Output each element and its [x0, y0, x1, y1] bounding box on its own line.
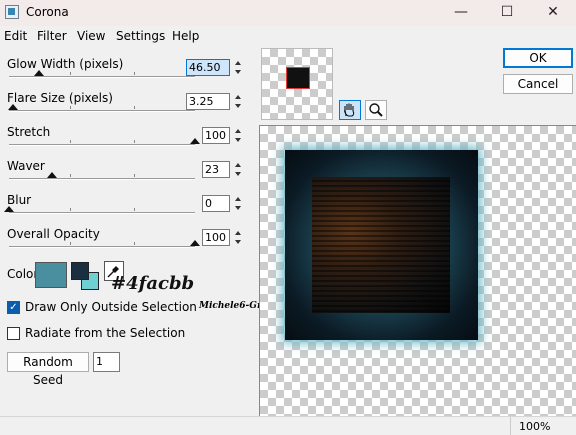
draw-outside-label: Draw Only Outside Selection [25, 300, 197, 314]
flare-size-label: Flare Size (pixels) [7, 91, 113, 105]
opacity-spinner[interactable] [233, 229, 245, 247]
color-label: Color [7, 267, 39, 281]
glow-width-thumb[interactable] [33, 70, 44, 76]
flare-size-input[interactable]: 3.25 [186, 93, 230, 110]
stretch-label: Stretch [7, 125, 51, 139]
stretch-spinner[interactable] [233, 127, 245, 145]
window-title: Corona [26, 5, 69, 19]
waver-input[interactable]: 23 [202, 161, 230, 178]
menu-filter[interactable]: Filter [37, 29, 67, 43]
radiate-label: Radiate from the Selection [25, 326, 186, 340]
opacity-label: Overall Opacity [7, 227, 100, 241]
cancel-button[interactable]: Cancel [503, 74, 573, 94]
stretch-input[interactable]: 100 [202, 127, 230, 144]
blur-input[interactable]: 0 [202, 195, 230, 212]
flare-size-spinner[interactable] [233, 93, 245, 111]
waver-thumb[interactable] [46, 172, 57, 178]
color-swatch[interactable] [35, 262, 67, 288]
stretch-slider[interactable] [9, 144, 195, 146]
waver-label: Waver [7, 159, 45, 173]
slider-tick [133, 242, 135, 245]
menu-help[interactable]: Help [172, 29, 199, 43]
waver-slider[interactable] [9, 178, 195, 180]
maximize-button[interactable]: ☐ [484, 0, 530, 26]
status-divider [510, 417, 511, 435]
slider-tick [70, 106, 72, 109]
hand-icon [344, 103, 355, 117]
opacity-thumb[interactable] [190, 240, 200, 246]
opacity-slider[interactable] [9, 246, 195, 248]
slider-tick [133, 208, 135, 211]
close-button[interactable]: ✕ [530, 0, 576, 26]
preview-canvas[interactable] [259, 125, 576, 416]
foreground-color-box[interactable] [71, 262, 89, 280]
slider-tick [133, 72, 135, 75]
corona-glow [285, 150, 478, 340]
glow-width-label: Glow Width (pixels) [7, 57, 124, 71]
slider-tick [133, 140, 135, 143]
zoom-level: 100% [519, 420, 551, 433]
slider-tick [70, 208, 72, 211]
glow-width-spinner[interactable] [233, 59, 245, 77]
random-seed-input[interactable]: 1 [93, 352, 120, 372]
blur-spinner[interactable] [233, 195, 245, 213]
zoom-tool-button[interactable] [365, 100, 387, 120]
slider-tick [70, 72, 72, 75]
menu-settings[interactable]: Settings [116, 29, 165, 43]
ok-button[interactable]: OK [503, 48, 573, 68]
slider-tick [70, 140, 72, 143]
navigator-preview[interactable] [261, 48, 333, 120]
menu-bar: Edit Filter View Settings Help [0, 27, 576, 46]
status-bar: 100% [0, 416, 576, 435]
draw-outside-checkbox[interactable]: ✓ [7, 301, 20, 314]
slider-tick [133, 174, 135, 177]
blur-thumb[interactable] [4, 206, 14, 212]
flare-size-thumb[interactable] [7, 104, 18, 110]
waver-spinner[interactable] [233, 161, 245, 179]
app-icon [5, 5, 19, 19]
hex-annotation: #4facbb [111, 273, 195, 294]
radiate-checkbox[interactable] [7, 327, 20, 340]
random-seed-button[interactable]: Random Seed [7, 352, 89, 387]
menu-edit[interactable]: Edit [4, 29, 27, 43]
hand-tool-button[interactable] [339, 100, 361, 120]
preview-image [312, 177, 450, 313]
slider-tick [70, 242, 72, 245]
blur-slider[interactable] [9, 212, 195, 214]
title-bar: Corona — ☐ ✕ [0, 0, 576, 26]
slider-tick [133, 106, 135, 109]
blur-label: Blur [7, 193, 32, 207]
navigator-viewport[interactable] [286, 67, 310, 89]
glow-width-slider[interactable] [9, 76, 195, 78]
stretch-thumb[interactable] [190, 138, 200, 144]
menu-view[interactable]: View [77, 29, 105, 43]
opacity-input[interactable]: 100 [202, 229, 230, 246]
slider-tick [70, 174, 72, 177]
magnifier-icon [369, 103, 383, 117]
glow-width-input[interactable]: 46.50 [186, 59, 230, 76]
flare-size-slider[interactable] [9, 110, 195, 112]
minimize-button[interactable]: — [438, 0, 484, 26]
